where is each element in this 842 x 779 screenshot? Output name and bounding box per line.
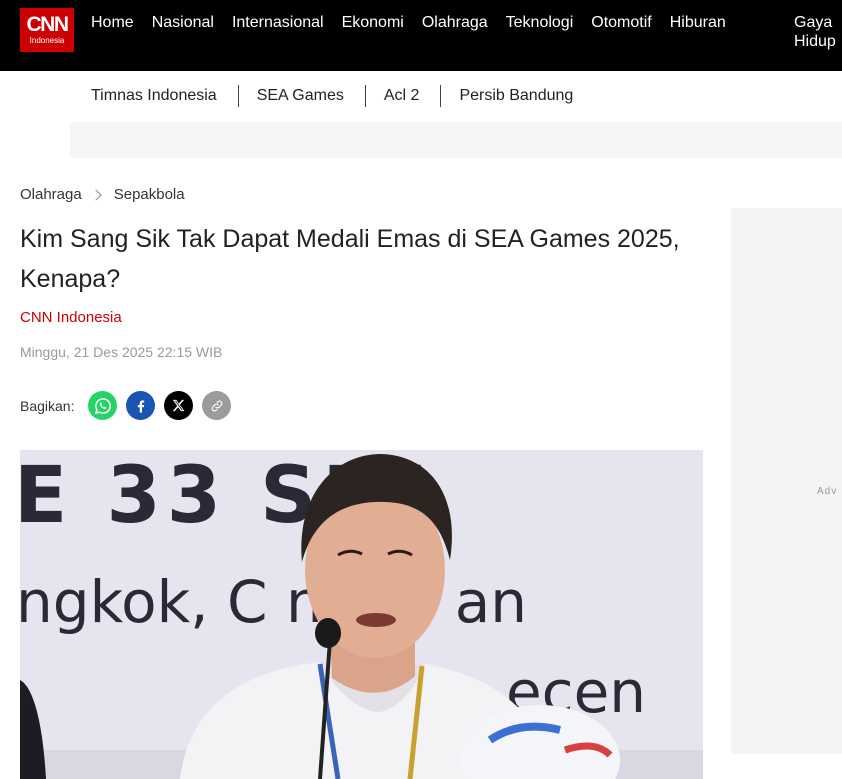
nav-item-otomotif[interactable]: Otomotif bbox=[591, 13, 651, 33]
cnn-indonesia-logo[interactable]: CNN Indonesia bbox=[20, 8, 74, 52]
nav-item-olahraga[interactable]: Olahraga bbox=[422, 13, 488, 33]
subnav-item-acl2[interactable]: Acl 2 bbox=[384, 87, 420, 105]
subnav-item-timnas[interactable]: Timnas Indonesia bbox=[91, 87, 217, 105]
logo-brand: CNN bbox=[26, 12, 70, 36]
main-nav: Home Nasional Internasional Ekonomi Olah… bbox=[91, 13, 836, 50]
whatsapp-icon bbox=[94, 397, 111, 414]
nav-item-internasional[interactable]: Internasional bbox=[232, 13, 324, 33]
link-icon bbox=[211, 400, 223, 411]
subnav-item-persib[interactable]: Persib Bandung bbox=[459, 87, 573, 105]
facebook-share-button[interactable] bbox=[126, 391, 156, 420]
subnav-item-sea-games[interactable]: SEA Games bbox=[257, 87, 344, 105]
logo-sub: Indonesia bbox=[29, 35, 65, 45]
facebook-icon bbox=[137, 400, 145, 413]
share-bar: Bagikan: bbox=[20, 391, 240, 420]
nav-item-teknologi[interactable]: Teknologi bbox=[506, 13, 574, 33]
nav-item-home[interactable]: Home bbox=[91, 13, 134, 33]
topic-subnav: Timnas Indonesia SEA Games Acl 2 Persib … bbox=[91, 85, 573, 107]
banner-placeholder bbox=[70, 122, 842, 158]
subnav-divider bbox=[440, 85, 442, 107]
x-share-button[interactable] bbox=[164, 391, 194, 420]
whatsapp-share-button[interactable] bbox=[88, 391, 118, 420]
share-label: Bagikan: bbox=[20, 397, 75, 414]
article-date: Minggu, 21 Des 2025 22:15 WIB bbox=[20, 344, 223, 360]
breadcrumb-olahraga[interactable]: Olahraga bbox=[20, 186, 82, 203]
chevron-right-icon bbox=[90, 188, 102, 201]
nav-item-gaya-hidup[interactable]: Gaya Hidup bbox=[794, 13, 842, 51]
article-title: Kim Sang Sik Tak Dapat Medali Emas di SE… bbox=[20, 225, 680, 293]
breadcrumb-sepakbola[interactable]: Sepakbola bbox=[114, 186, 185, 203]
breadcrumb: Olahraga Sepakbola bbox=[20, 186, 185, 203]
advertisement-slot[interactable]: Adv bbox=[731, 208, 842, 754]
nav-item-nasional[interactable]: Nasional bbox=[152, 13, 214, 33]
article-author[interactable]: CNN Indonesia bbox=[20, 309, 122, 326]
photo-backdrop-text-2: ngkok, C nburi an bbox=[20, 568, 527, 636]
subnav-divider bbox=[364, 85, 366, 107]
copy-link-button[interactable] bbox=[202, 391, 232, 420]
advertisement-label: Adv bbox=[817, 486, 838, 497]
top-navigation-bar: CNN Indonesia Home Nasional Internasiona… bbox=[0, 0, 842, 71]
x-icon bbox=[173, 399, 185, 412]
subnav-divider bbox=[237, 85, 239, 107]
article-photo[interactable]: E 33 SEA ngkok, C nburi an ecen bbox=[20, 450, 703, 779]
nav-item-hiburan[interactable]: Hiburan bbox=[670, 13, 726, 33]
photo-press-conference: E 33 SEA ngkok, C nburi an ecen bbox=[20, 450, 703, 779]
nav-item-ekonomi[interactable]: Ekonomi bbox=[342, 13, 404, 33]
